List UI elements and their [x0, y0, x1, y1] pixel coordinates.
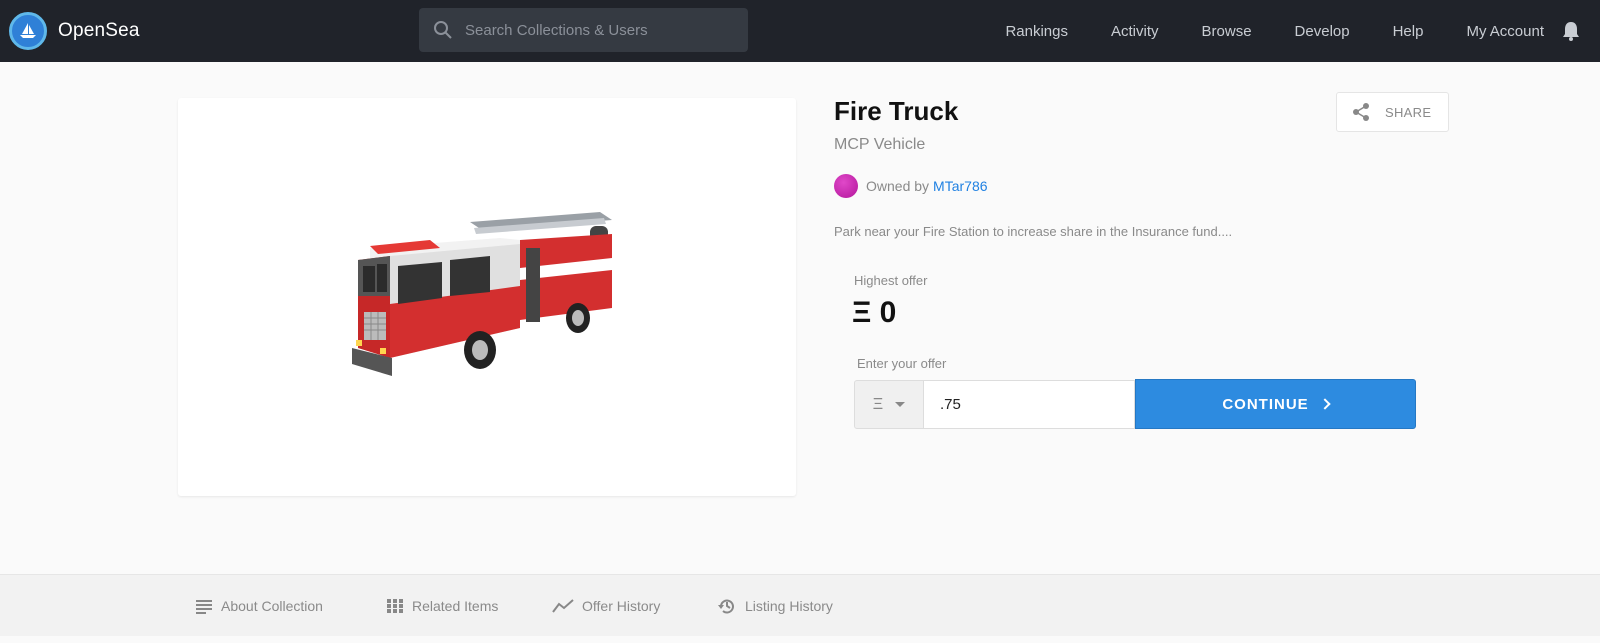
nav-link-my-account[interactable]: My Account: [1466, 23, 1544, 40]
tab-offer-history[interactable]: Offer History: [552, 598, 660, 614]
tab-label: Offer History: [582, 597, 661, 614]
eth-symbol-icon: Ξ: [872, 395, 884, 413]
enter-offer-label: Enter your offer: [857, 356, 947, 371]
tab-about-collection[interactable]: About Collection: [195, 598, 323, 614]
nav-link-develop[interactable]: Develop: [1295, 23, 1350, 40]
ship-logo-icon: [9, 12, 47, 50]
highest-offer-value: Ξ 0: [852, 296, 897, 329]
tab-label: Related Items: [412, 597, 499, 614]
brand-logo[interactable]: OpenSea: [9, 12, 140, 50]
share-button[interactable]: SHARE: [1336, 92, 1449, 132]
tab-label: About Collection: [221, 597, 323, 614]
owner-link[interactable]: MTar786: [933, 178, 987, 194]
trend-icon: [552, 598, 574, 613]
search-bar[interactable]: [419, 8, 748, 52]
owner-row: Owned by MTar786: [834, 174, 988, 198]
continue-button[interactable]: CONTINUE: [1135, 379, 1416, 429]
brand-name: OpenSea: [58, 20, 140, 41]
asset-description: Park near your Fire Station to increase …: [834, 224, 1233, 239]
nav-link-activity[interactable]: Activity: [1111, 23, 1159, 40]
owned-by-label: Owned by: [866, 178, 930, 194]
grid-icon: [387, 598, 403, 613]
continue-label: CONTINUE: [1222, 395, 1309, 413]
caret-down-icon: [895, 402, 906, 407]
nav-link-help[interactable]: Help: [1393, 23, 1424, 40]
bell-icon[interactable]: [1560, 20, 1582, 42]
top-navbar: OpenSea Rankings Activity Browse Develop…: [0, 0, 1600, 62]
tab-listing-history[interactable]: Listing History: [717, 596, 833, 616]
share-label: SHARE: [1385, 104, 1432, 120]
highest-offer-label: Highest offer: [854, 273, 928, 288]
asset-image-card: [178, 98, 796, 496]
share-icon: [1353, 103, 1369, 121]
tab-label: Listing History: [745, 597, 833, 614]
currency-select[interactable]: Ξ: [854, 380, 924, 429]
fire-truck-image: [352, 212, 612, 376]
search-input[interactable]: [465, 21, 725, 39]
collection-name[interactable]: MCP Vehicle: [834, 136, 925, 154]
nav-link-rankings[interactable]: Rankings: [1005, 23, 1068, 40]
nav-links: Rankings Activity Browse Develop Help My…: [1005, 0, 1600, 62]
offer-amount-input[interactable]: [924, 380, 1135, 429]
history-icon: [718, 599, 734, 613]
asset-tabs: About Collection Related Items Offer His…: [0, 574, 1600, 636]
asset-title: Fire Truck: [834, 96, 959, 126]
search-icon: [434, 21, 452, 39]
tab-related-items[interactable]: Related Items: [386, 598, 498, 614]
list-icon: [196, 599, 212, 614]
nav-link-browse[interactable]: Browse: [1202, 23, 1252, 40]
chevron-right-icon: [1319, 398, 1331, 410]
avatar[interactable]: [834, 174, 858, 198]
